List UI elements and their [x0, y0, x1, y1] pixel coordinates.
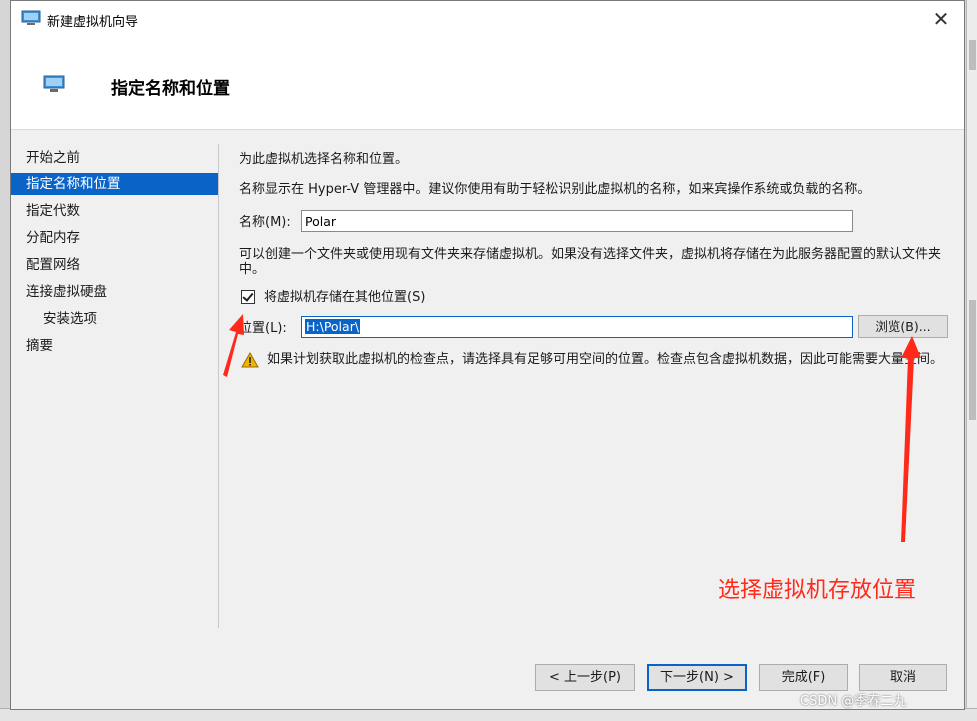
monitor-icon — [43, 75, 65, 92]
window-title: 新建虚拟机向导 — [47, 15, 139, 30]
location-label: 位置(L): — [239, 321, 287, 336]
location-input[interactable]: H:\Polar\ — [301, 316, 853, 338]
background-scrollbar — [966, 0, 977, 720]
annotation-text: 选择虚拟机存放位置 — [718, 578, 917, 603]
nav-item-summary[interactable]: 摘要 — [11, 335, 218, 357]
nav-item-install-options[interactable]: 安装选项 — [11, 308, 218, 330]
wizard-step-list: 开始之前 指定名称和位置 指定代数 分配内存 配置网络 连接虚拟硬盘 安装选项 … — [11, 141, 218, 628]
name-hint-text: 名称显示在 Hyper-V 管理器中。建议你使用有助于轻松识别此虚拟机的名称，如… — [239, 182, 871, 197]
page-title: 指定名称和位置 — [111, 79, 230, 99]
cancel-button[interactable]: 取消 — [859, 664, 947, 691]
warning-icon — [241, 352, 259, 368]
folder-hint-text: 可以创建一个文件夹或使用现有文件夹来存储虚拟机。如果没有选择文件夹，虚拟机将存储… — [239, 247, 942, 277]
nav-item-before-you-begin[interactable]: 开始之前 — [11, 147, 218, 169]
previous-button[interactable]: < 上一步(P) — [535, 664, 635, 691]
name-label: 名称(M): — [239, 215, 291, 230]
warning-text: 如果计划获取此虚拟机的检查点，请选择具有足够可用空间的位置。检查点包含虚拟机数据… — [267, 352, 944, 367]
nav-item-virtual-disk[interactable]: 连接虚拟硬盘 — [11, 281, 218, 303]
close-button[interactable]: ✕ — [918, 1, 964, 39]
nav-item-name-location[interactable]: 指定名称和位置 — [11, 173, 218, 195]
location-value: H:\Polar\ — [305, 319, 361, 334]
nav-item-network[interactable]: 配置网络 — [11, 254, 218, 276]
next-button[interactable]: 下一步(N) > — [647, 664, 747, 691]
wizard-header: 指定名称和位置 — [11, 39, 964, 130]
close-icon: ✕ — [932, 7, 950, 31]
intro-text: 为此虚拟机选择名称和位置。 — [239, 152, 409, 167]
title-bar: 新建虚拟机向导 ✕ — [11, 1, 964, 39]
nav-item-generation[interactable]: 指定代数 — [11, 200, 218, 222]
nav-item-memory[interactable]: 分配内存 — [11, 227, 218, 249]
monitor-icon — [21, 10, 41, 25]
store-elsewhere-label: 将虚拟机存储在其他位置(S) — [264, 290, 426, 305]
name-input[interactable] — [301, 210, 853, 232]
browse-button[interactable]: 浏览(B)... — [858, 315, 948, 338]
finish-button[interactable]: 完成(F) — [759, 664, 848, 691]
store-elsewhere-checkbox[interactable] — [241, 290, 255, 304]
nav-divider — [218, 144, 219, 628]
watermark: CSDN @季春二九 — [800, 694, 907, 709]
